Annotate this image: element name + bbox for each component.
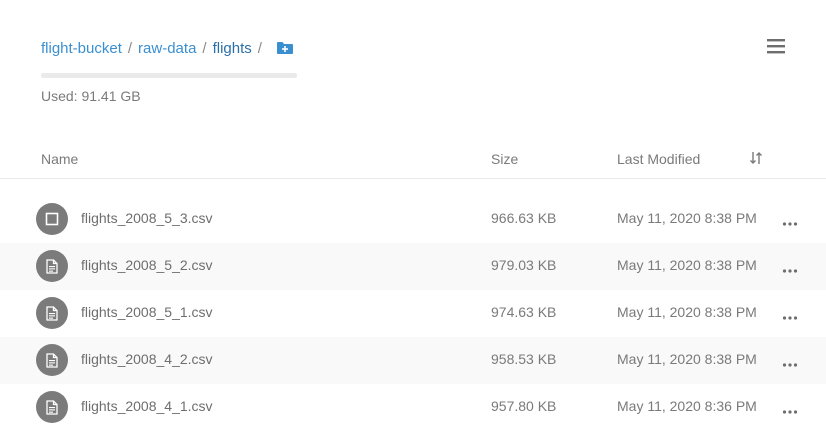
breadcrumb-raw-data[interactable]: raw-data	[138, 40, 196, 57]
file-name[interactable]: flights_2008_5_3.csv	[81, 210, 213, 226]
file-last-modified: May 11, 2020 8:38 PM	[617, 210, 757, 226]
breadcrumb: flight-bucket / raw-data / flights /	[41, 38, 294, 58]
table-row[interactable]: flights_2008_4_1.csv 957.80 KB May 11, 202…	[0, 384, 826, 431]
column-header-last-modified[interactable]: Last Modified	[617, 151, 700, 167]
breadcrumb-separator: /	[202, 39, 207, 57]
column-header-name[interactable]: Name	[41, 151, 78, 167]
document-icon	[36, 250, 68, 282]
file-name[interactable]: flights_2008_5_2.csv	[81, 257, 213, 273]
sort-icon[interactable]	[748, 150, 764, 166]
usage-bar	[41, 73, 297, 78]
folder-add-icon[interactable]	[276, 41, 294, 55]
file-size: 957.80 KB	[491, 398, 557, 414]
file-size: 979.03 KB	[491, 257, 557, 273]
column-header-size[interactable]: Size	[491, 151, 518, 167]
file-name[interactable]: flights_2008_4_2.csv	[81, 351, 213, 367]
file-size: 974.63 KB	[491, 304, 557, 320]
more-options-icon[interactable]	[782, 403, 798, 414]
breadcrumb-flights[interactable]: flights	[213, 40, 252, 57]
table-row[interactable]: flights_2008_4_2.csv 958.53 KB May 11, 202…	[0, 337, 826, 384]
file-last-modified: May 11, 2020 8:38 PM	[617, 257, 757, 273]
file-size: 966.63 KB	[491, 210, 557, 226]
more-options-icon[interactable]	[782, 309, 798, 320]
more-options-icon[interactable]	[782, 356, 798, 367]
object-browser-page: flight-bucket / raw-data / flights / Use…	[0, 0, 826, 443]
breadcrumb-separator: /	[257, 39, 262, 57]
file-size: 958.53 KB	[491, 351, 557, 367]
file-list: flights_2008_5_3.csv 966.63 KB May 11, 202…	[0, 196, 826, 431]
file-name[interactable]: flights_2008_4_1.csv	[81, 398, 213, 414]
checkbox-icon	[36, 203, 68, 235]
file-last-modified: May 11, 2020 8:38 PM	[617, 351, 757, 367]
table-row[interactable]: flights_2008_5_2.csv 979.03 KB May 11, 202…	[0, 243, 826, 290]
table-header: Name Size Last Modified	[0, 140, 826, 179]
document-icon	[36, 391, 68, 423]
file-last-modified: May 11, 2020 8:38 PM	[617, 304, 757, 320]
breadcrumb-separator: /	[127, 39, 133, 57]
document-icon	[36, 297, 68, 329]
table-row[interactable]: flights_2008_5_3.csv 966.63 KB May 11, 202…	[0, 196, 826, 243]
usage-text: Used: 91.41 GB	[41, 88, 141, 104]
hamburger-menu-icon[interactable]	[765, 36, 787, 56]
file-last-modified: May 11, 2020 8:36 PM	[617, 398, 757, 414]
more-options-icon[interactable]	[782, 262, 798, 273]
more-options-icon[interactable]	[782, 215, 798, 226]
document-icon	[36, 344, 68, 376]
file-name[interactable]: flights_2008_5_1.csv	[81, 304, 213, 320]
table-row[interactable]: flights_2008_5_1.csv 974.63 KB May 11, 202…	[0, 290, 826, 337]
breadcrumb-bucket[interactable]: flight-bucket	[41, 40, 122, 57]
